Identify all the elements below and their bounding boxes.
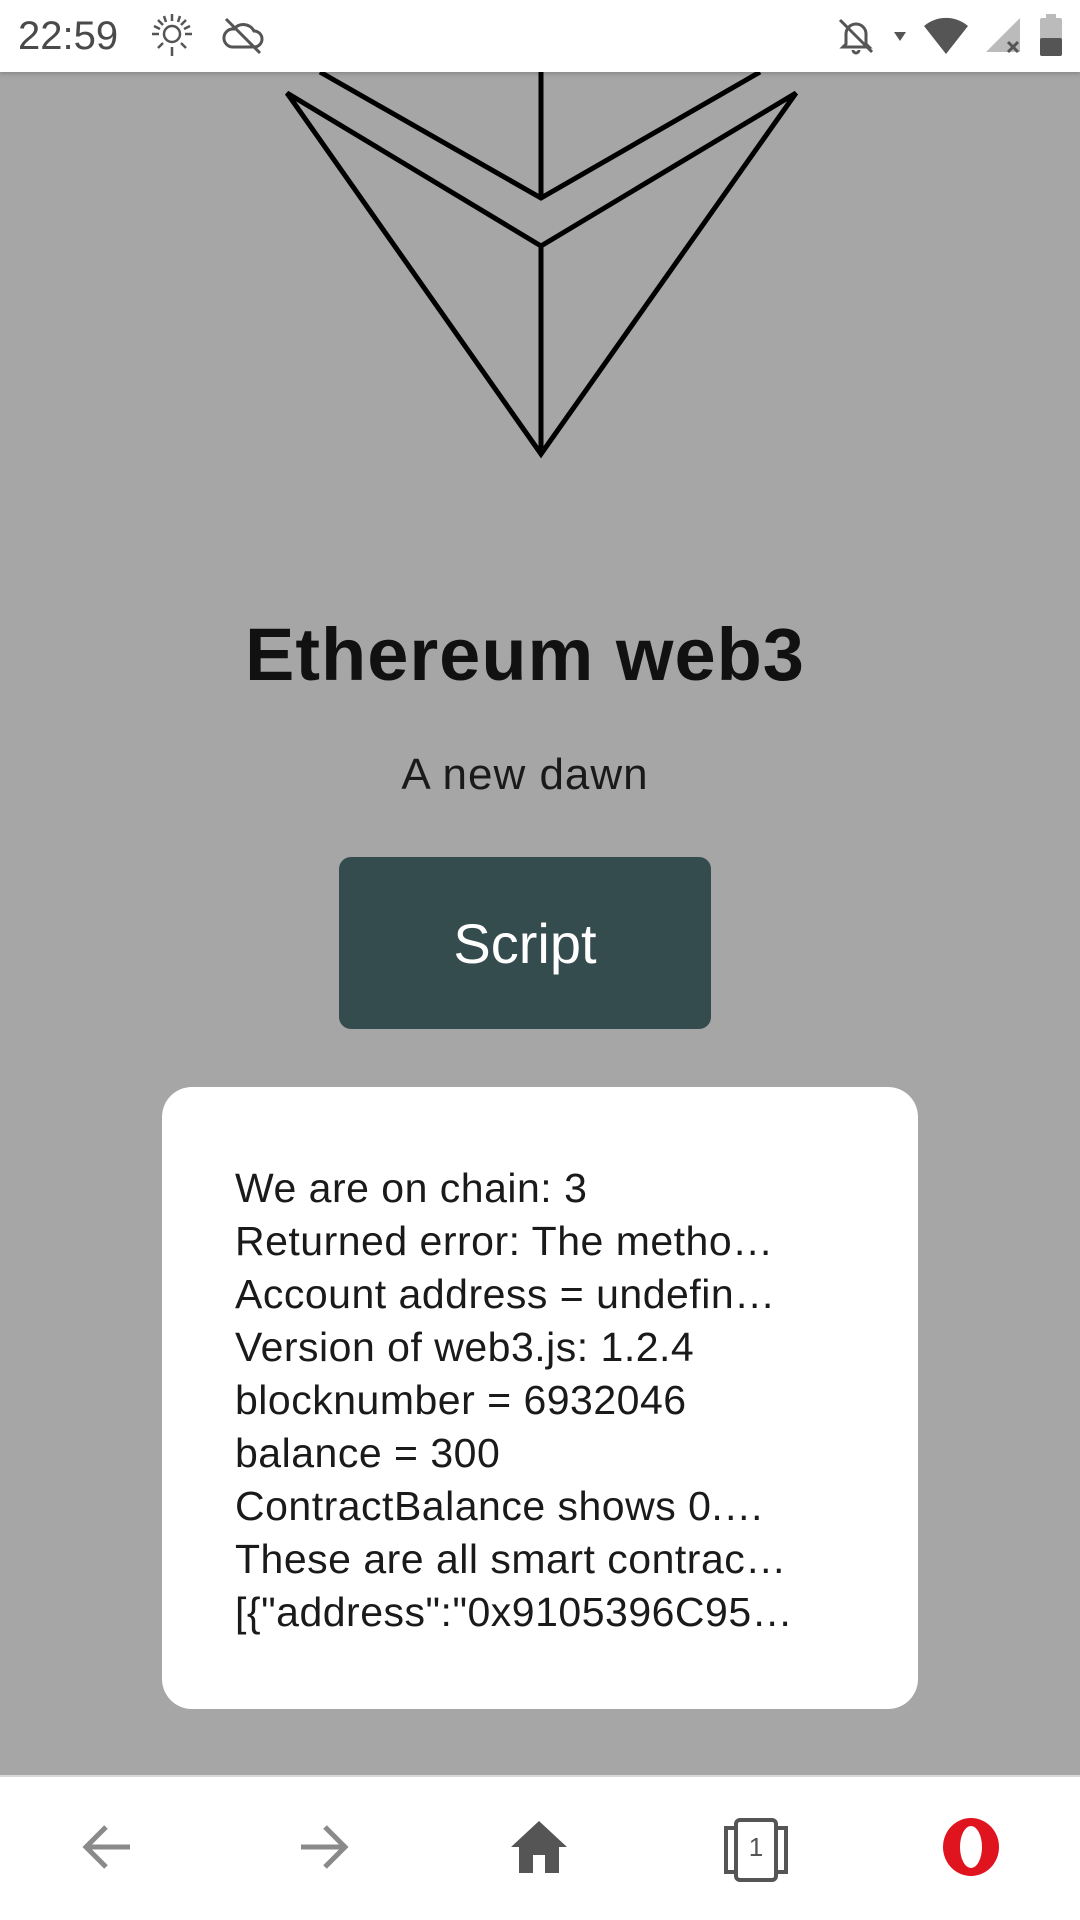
tabs-icon: 1 — [720, 1817, 792, 1882]
output-line-contract-balance: ContractBalance shows 0.… — [235, 1483, 765, 1529]
tabs-button[interactable]: 1 — [696, 1777, 816, 1920]
opera-menu-icon — [939, 1815, 1003, 1884]
battery-icon — [1038, 14, 1064, 58]
back-button[interactable] — [48, 1777, 168, 1920]
output-line-version: Version of web3.js: 1.2.4 — [235, 1324, 695, 1370]
browser-bottom-nav: 1 — [0, 1775, 1080, 1920]
sun-settings-icon — [148, 12, 196, 60]
forward-arrow-icon — [293, 1817, 353, 1882]
status-time: 22:59 — [18, 13, 119, 58]
phone-screen: 22:59 Ethereum web3 A new dawn Script We… — [0, 0, 1080, 1920]
tabs-count: 1 — [748, 1831, 764, 1862]
output-line-chain: We are on chain: 3 — [235, 1165, 588, 1211]
ethereum-logo-icon — [284, 72, 799, 459]
output-card: We are on chain: 3 Returned error: The m… — [162, 1087, 918, 1709]
output-line-account: Account address = undefin… — [235, 1271, 776, 1317]
forward-button[interactable] — [263, 1777, 383, 1920]
page-title: Ethereum web3 — [245, 613, 805, 696]
script-button[interactable]: Script — [339, 857, 711, 1029]
notifications-off-icon — [834, 14, 878, 58]
output-line-address-json: [{"address":"0x9105396C95… — [235, 1589, 794, 1635]
home-icon — [507, 1817, 571, 1882]
web-content: Ethereum web3 A new dawn Script We are o… — [0, 72, 1080, 1775]
cell-signal-no-service-icon — [984, 16, 1024, 56]
home-button[interactable] — [479, 1777, 599, 1920]
status-bar: 22:59 — [0, 0, 1080, 72]
output-line-balance: balance = 300 — [235, 1430, 501, 1476]
output-line-contracts: These are all smart contrac… — [235, 1536, 787, 1582]
sync-off-icon — [220, 12, 266, 60]
page-subtitle: A new dawn — [401, 750, 649, 799]
output-line-error: Returned error: The metho… — [235, 1218, 774, 1264]
back-arrow-icon — [78, 1817, 138, 1882]
wifi-icon — [922, 16, 970, 56]
output-line-blocknumber: blocknumber = 6932046 — [235, 1377, 687, 1423]
opera-menu-button[interactable] — [911, 1777, 1031, 1920]
data-arrow-icon — [892, 28, 908, 44]
